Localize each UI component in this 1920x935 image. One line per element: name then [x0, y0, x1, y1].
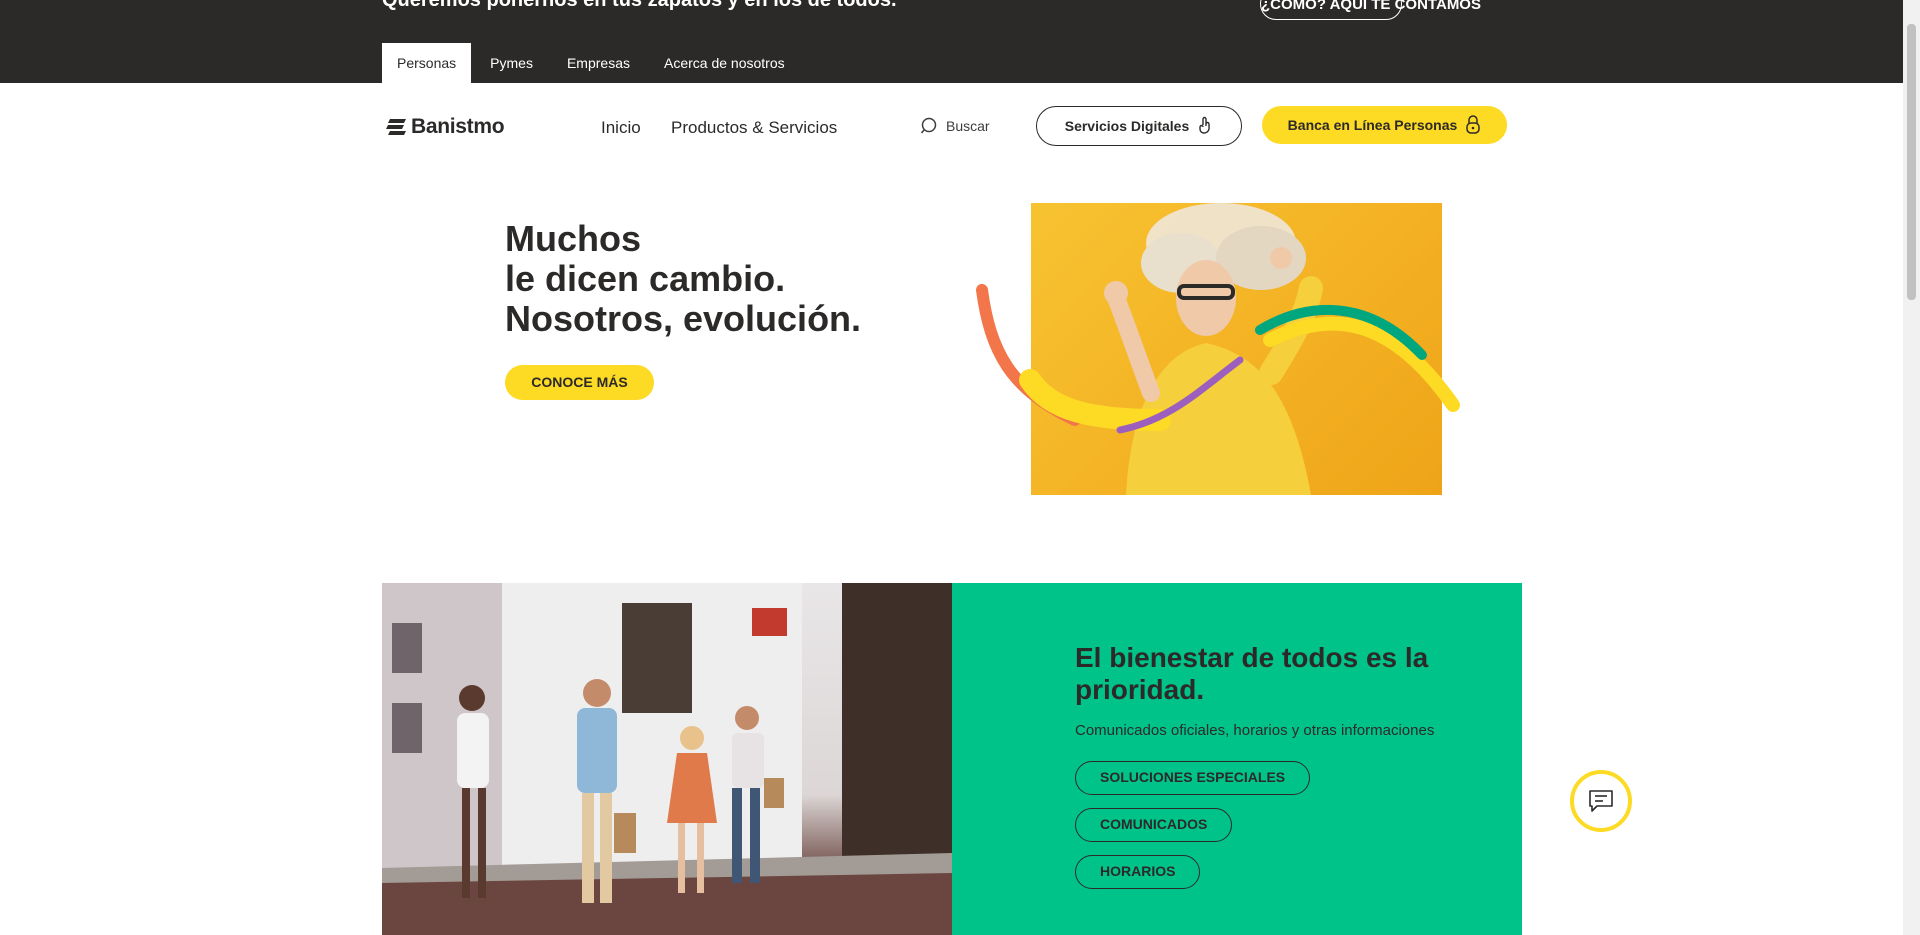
wellbeing-subtitle: Comunicados oficiales, horarios y otras …: [1075, 722, 1435, 739]
digital-services-label: Servicios Digitales: [1064, 118, 1190, 134]
hand-touch-icon: [1199, 116, 1210, 134]
comunicados-button[interactable]: COMUNICADOS: [1075, 808, 1233, 842]
search-button[interactable]: Buscar: [920, 116, 990, 136]
page-scrollbar[interactable]: [1903, 0, 1920, 935]
search-label: Buscar: [946, 118, 990, 134]
hero-line: Nosotros, evolución.: [505, 298, 862, 339]
hero-headline: Muchos le dicen cambio. Nosotros, evoluc…: [505, 219, 861, 339]
tab-personas[interactable]: Personas: [382, 43, 472, 83]
lock-icon: [1466, 115, 1481, 134]
logo-text: Banistmo: [411, 115, 505, 138]
nav-productos-servicios[interactable]: Productos & Servicios: [671, 118, 837, 138]
promo-text: Queremos ponernos en tus zapatos y en lo…: [382, 0, 897, 11]
hero-line: le dicen cambio.: [505, 258, 786, 299]
promo-button[interactable]: ¿CÓMO? AQUÍ TE CONTAMOS: [1260, 0, 1481, 20]
nav-inicio[interactable]: Inicio: [601, 118, 641, 138]
hero-line: Muchos: [505, 218, 642, 259]
people-walking-illustration: [382, 583, 952, 935]
tab-acerca[interactable]: Acerca de nosotros: [649, 43, 800, 83]
scrollbar-thumb[interactable]: [1907, 24, 1916, 300]
top-bar: Queremos ponernos en tus zapatos y en lo…: [0, 0, 1903, 83]
wellbeing-title: El bienestar de todos es la prioridad.: [1075, 642, 1429, 705]
chat-button[interactable]: [1570, 770, 1632, 832]
brand-stripes-decoration: [976, 284, 1460, 434]
search-icon: [920, 117, 937, 134]
soluciones-especiales-button[interactable]: SOLUCIONES ESPECIALES: [1075, 761, 1311, 795]
chat-icon: [1589, 790, 1613, 812]
conoce-mas-button[interactable]: CONOCE MÁS: [505, 365, 654, 400]
wellbeing-section: El bienestar de todos es la prioridad. C…: [382, 583, 1522, 935]
wellbeing-panel: El bienestar de todos es la prioridad. C…: [952, 583, 1522, 935]
logo-mark-icon: [386, 119, 406, 135]
tab-pymes[interactable]: Pymes: [475, 43, 548, 83]
segment-tabs: Personas Pymes Empresas Acerca de nosotr…: [382, 43, 804, 83]
online-banking-button[interactable]: Banca en Línea Personas: [1262, 106, 1507, 144]
horarios-button[interactable]: HORARIOS: [1075, 855, 1201, 889]
digital-services-button[interactable]: Servicios Digitales: [1036, 106, 1242, 146]
online-banking-label: Banca en Línea Personas: [1287, 117, 1458, 133]
street-photo: [382, 583, 952, 935]
tab-empresas[interactable]: Empresas: [552, 43, 645, 83]
logo[interactable]: Banistmo: [385, 115, 505, 139]
